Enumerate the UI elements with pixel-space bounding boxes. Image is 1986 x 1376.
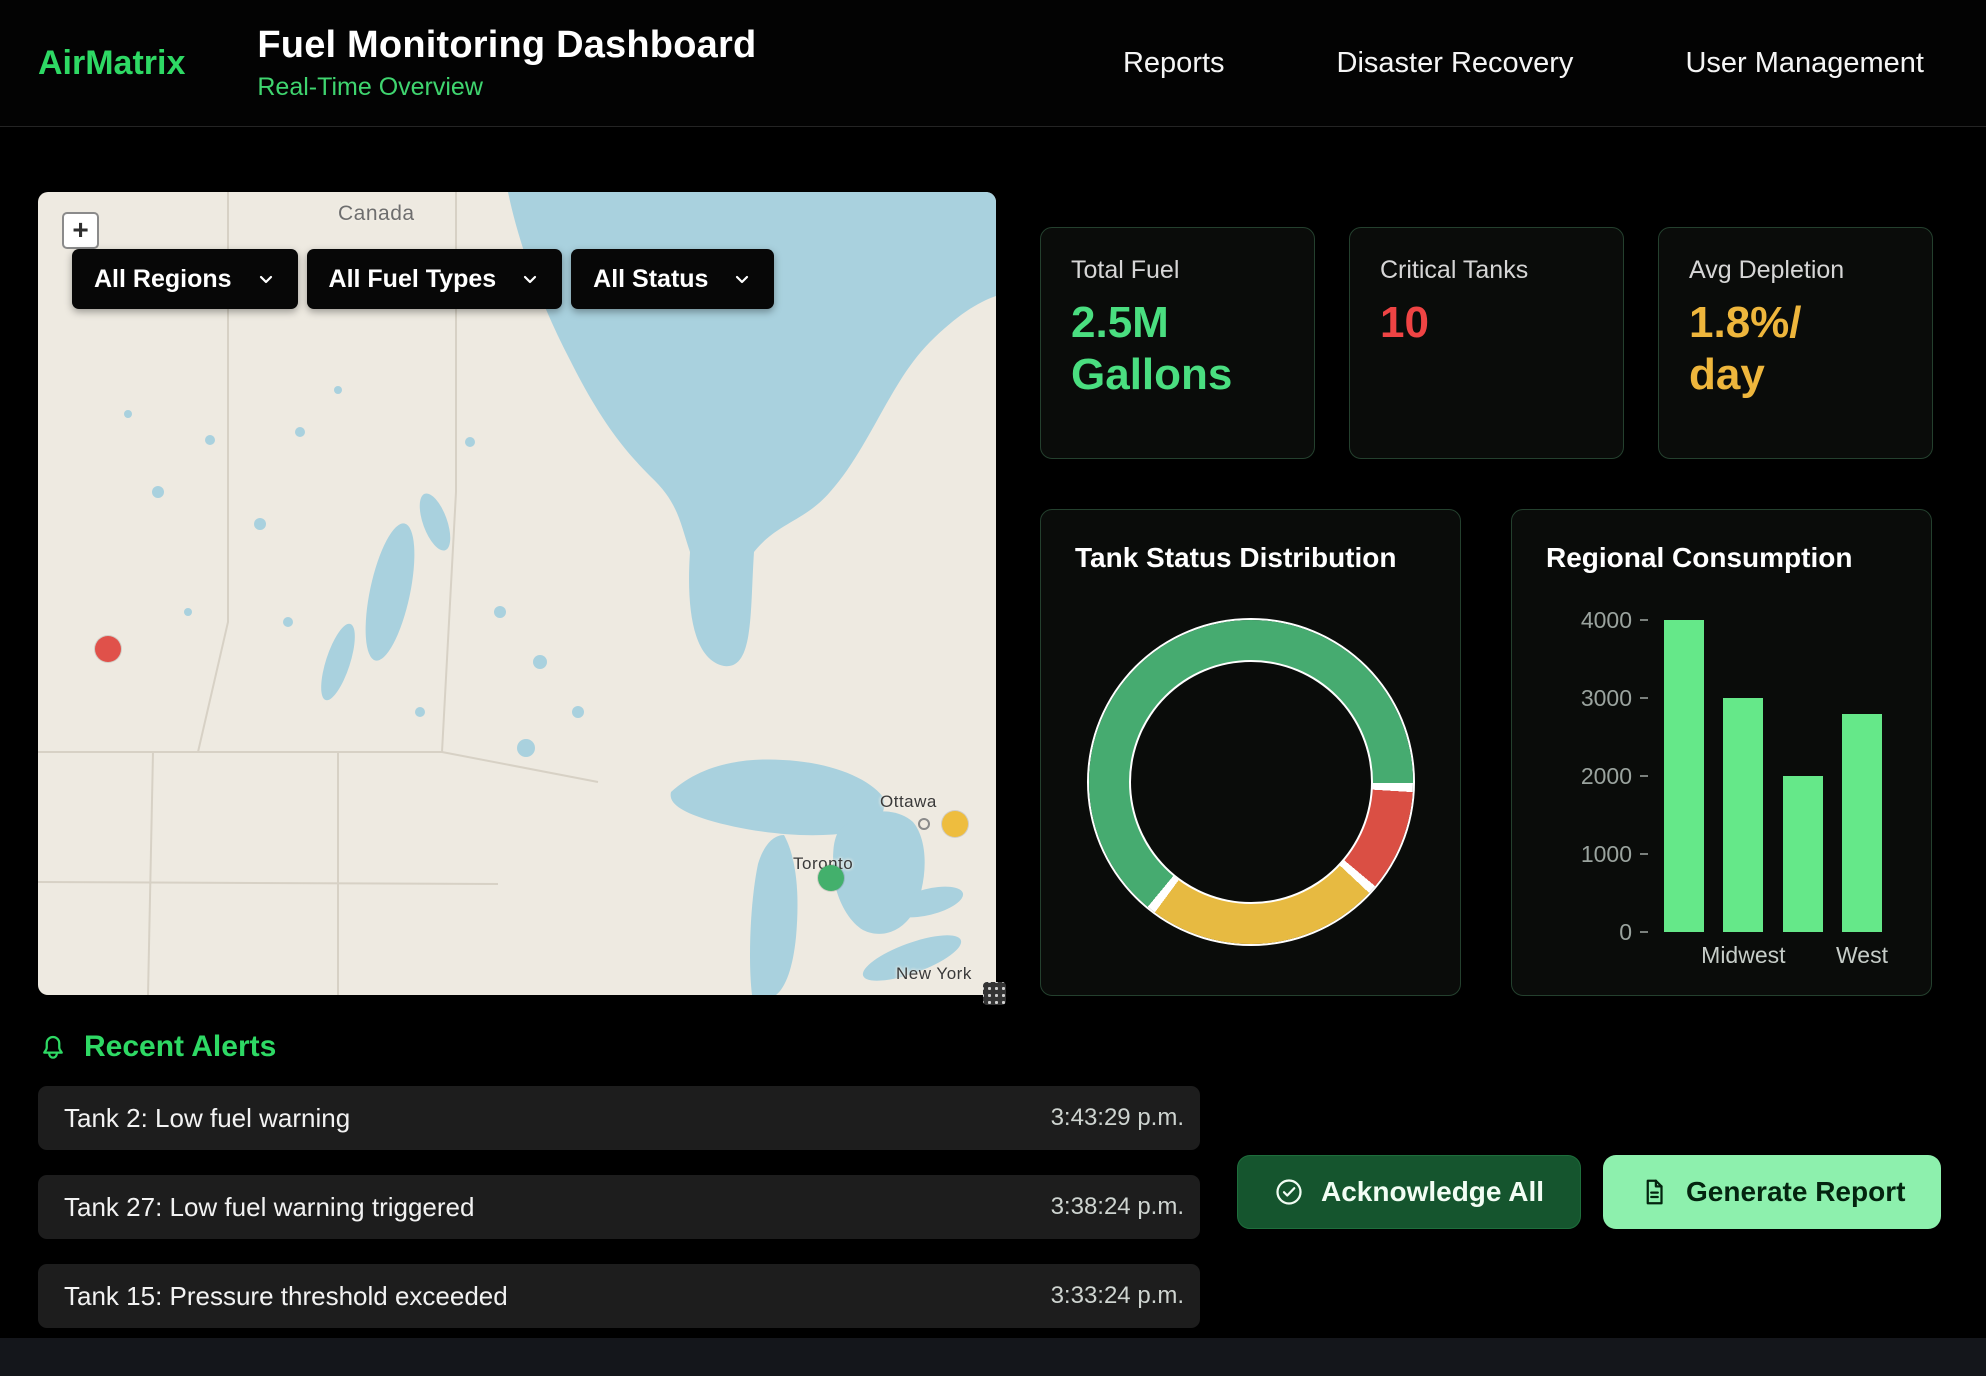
- alert-list-item[interactable]: Tank 27: Low fuel warning triggered 3:38…: [38, 1175, 1200, 1239]
- chevron-down-icon: [732, 269, 752, 289]
- map-resize-handle[interactable]: [983, 982, 1006, 1005]
- check-circle-icon: [1274, 1177, 1304, 1207]
- y-tick-label: 3000: [1581, 684, 1648, 712]
- chevron-down-icon: [520, 269, 540, 289]
- zoom-in-button[interactable]: +: [62, 212, 99, 249]
- bar-plot: [1660, 620, 1886, 932]
- charts-row: Tank Status Distribution Regional Consum…: [1040, 509, 1933, 996]
- page-title: Fuel Monitoring Dashboard: [257, 24, 756, 67]
- bar: [1842, 620, 1882, 932]
- nav-user-management[interactable]: User Management: [1685, 47, 1924, 80]
- stat-value-line: Gallons: [1071, 349, 1284, 401]
- status-filter-dropdown[interactable]: All Status: [571, 249, 774, 309]
- tank-marker-critical[interactable]: [95, 636, 121, 662]
- map-panel: Canada Ottawa Toronto New York + All Reg…: [38, 192, 996, 995]
- alerts-list-panel: Recent Alerts Tank 2: Low fuel warning 3…: [38, 1030, 1200, 1353]
- alerts-heading: Recent Alerts: [38, 1030, 1200, 1064]
- acknowledge-all-label: Acknowledge All: [1321, 1176, 1544, 1208]
- status-filter-value: All Status: [593, 265, 708, 294]
- bar-category-label: [1783, 942, 1823, 969]
- alert-timestamp: 3:33:24 p.m.: [1051, 1282, 1184, 1310]
- app-root: AirMatrix Fuel Monitoring Dashboard Real…: [0, 0, 1986, 1376]
- page-subtitle: Real-Time Overview: [257, 73, 756, 102]
- stat-value: 2.5M Gallons: [1071, 297, 1284, 401]
- stat-value-line: 2.5M: [1071, 297, 1284, 349]
- y-tick-label: 1000: [1581, 840, 1648, 868]
- tank-marker-warning[interactable]: [942, 811, 968, 837]
- bar-category-label: Midwest: [1723, 942, 1763, 969]
- tank-marker-normal[interactable]: [818, 865, 844, 891]
- alert-list-item[interactable]: Tank 15: Pressure threshold exceeded 3:3…: [38, 1264, 1200, 1328]
- stat-card-critical-tanks: Critical Tanks 10: [1349, 227, 1624, 459]
- regional-consumption-chart: 01000200030004000 MidwestWest: [1556, 620, 1931, 969]
- stats-row: Total Fuel 2.5M Gallons Critical Tanks 1…: [1040, 227, 1933, 459]
- bar: [1723, 620, 1763, 932]
- bar: [1664, 620, 1704, 932]
- fuel-type-filter-value: All Fuel Types: [329, 265, 497, 294]
- right-panel: Total Fuel 2.5M Gallons Critical Tanks 1…: [1040, 192, 1933, 996]
- bar-plot-wrap: Midwest West: [1660, 620, 1886, 969]
- bell-icon: [38, 1032, 68, 1062]
- header: AirMatrix Fuel Monitoring Dashboard Real…: [0, 0, 1986, 127]
- stat-card-total-fuel: Total Fuel 2.5M Gallons: [1040, 227, 1315, 459]
- alerts-heading-label: Recent Alerts: [84, 1030, 276, 1064]
- alerts-section: Recent Alerts Tank 2: Low fuel warning 3…: [0, 1030, 1986, 1353]
- chart-title: Regional Consumption: [1512, 510, 1931, 574]
- bar: [1783, 620, 1823, 932]
- alert-list-item[interactable]: Tank 2: Low fuel warning 3:43:29 p.m.: [38, 1086, 1200, 1150]
- alerts-actions: Acknowledge All Generate Report: [1237, 1030, 1948, 1353]
- alert-message: Tank 15: Pressure threshold exceeded: [64, 1281, 508, 1312]
- stat-value-line: 10: [1380, 297, 1593, 349]
- map-label-city: New York: [896, 964, 972, 984]
- acknowledge-all-button[interactable]: Acknowledge All: [1237, 1155, 1581, 1229]
- stat-value: 1.8%/ day: [1689, 297, 1902, 401]
- alert-timestamp: 3:38:24 p.m.: [1051, 1193, 1184, 1221]
- y-tick-label: 4000: [1581, 606, 1648, 634]
- region-filter-dropdown[interactable]: All Regions: [72, 249, 298, 309]
- fuel-type-filter-dropdown[interactable]: All Fuel Types: [307, 249, 563, 309]
- document-icon: [1639, 1177, 1669, 1207]
- y-tick-label: 0: [1619, 918, 1648, 946]
- bar-category-label: [1664, 942, 1704, 969]
- map-label-city: Ottawa: [880, 792, 937, 812]
- bar-yaxis: 01000200030004000: [1556, 620, 1648, 932]
- title-block: Fuel Monitoring Dashboard Real-Time Over…: [257, 24, 756, 102]
- tank-status-card: Tank Status Distribution: [1040, 509, 1461, 996]
- stat-card-avg-depletion: Avg Depletion 1.8%/ day: [1658, 227, 1933, 459]
- bar-category-label: West: [1842, 942, 1882, 969]
- stat-value: 10: [1380, 297, 1593, 349]
- alert-message: Tank 27: Low fuel warning triggered: [64, 1192, 474, 1223]
- map-label-country: Canada: [338, 202, 415, 226]
- map-canvas[interactable]: [38, 192, 996, 995]
- donut-hole: [1131, 662, 1371, 902]
- chevron-down-icon: [256, 269, 276, 289]
- map-filters: All Regions All Fuel Types All Status: [72, 249, 774, 309]
- region-filter-value: All Regions: [94, 265, 232, 294]
- regional-consumption-card: Regional Consumption 0 1000 2000 3000 4000 M…: [1511, 509, 1932, 996]
- stat-value-line: day: [1689, 349, 1902, 401]
- stat-label: Avg Depletion: [1689, 256, 1902, 285]
- nav-reports[interactable]: Reports: [1123, 47, 1225, 80]
- bar-xlabels: Midwest West: [1660, 942, 1886, 969]
- tank-status-donut: [1089, 620, 1413, 944]
- footer-bar: [0, 1338, 1986, 1376]
- alert-timestamp: 3:43:29 p.m.: [1051, 1104, 1184, 1132]
- main-nav: Reports Disaster Recovery User Managemen…: [1123, 47, 1986, 80]
- generate-report-button[interactable]: Generate Report: [1603, 1155, 1941, 1229]
- stat-label: Total Fuel: [1071, 256, 1284, 285]
- main-content: Canada Ottawa Toronto New York + All Reg…: [0, 192, 1986, 996]
- alert-message: Tank 2: Low fuel warning: [64, 1103, 350, 1134]
- map[interactable]: Canada Ottawa Toronto New York + All Reg…: [38, 192, 996, 995]
- app-logo[interactable]: AirMatrix: [38, 44, 185, 83]
- generate-report-label: Generate Report: [1686, 1176, 1905, 1208]
- stat-label: Critical Tanks: [1380, 256, 1593, 285]
- y-tick-label: 2000: [1581, 762, 1648, 790]
- nav-disaster-recovery[interactable]: Disaster Recovery: [1337, 47, 1574, 80]
- stat-value-line: 1.8%/: [1689, 297, 1902, 349]
- chart-title: Tank Status Distribution: [1041, 510, 1460, 574]
